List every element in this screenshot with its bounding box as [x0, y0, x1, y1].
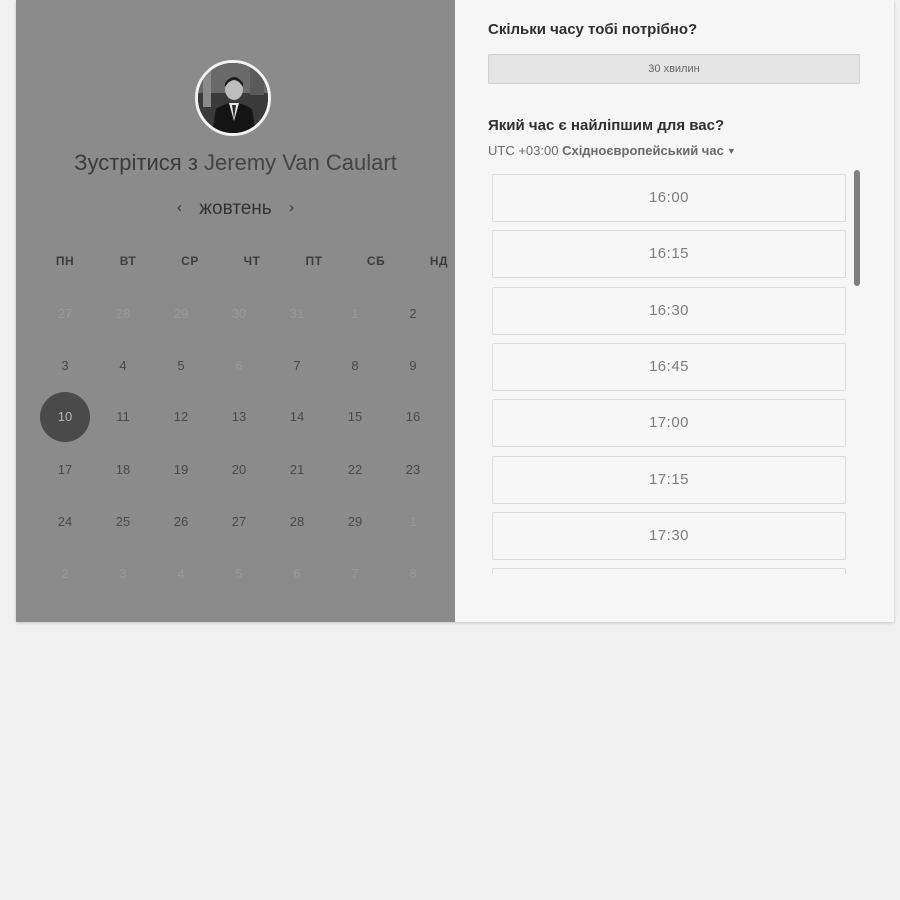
time-slot-button[interactable]: 17:15 — [492, 455, 846, 504]
timezone-offset: UTC +03:00 — [488, 143, 563, 158]
calendar-day[interactable]: 19 — [156, 445, 206, 495]
calendar-day: 2 — [61, 566, 69, 581]
calendar-day[interactable]: 8 — [330, 341, 380, 391]
time-slot-button[interactable]: 16:15 — [492, 230, 846, 279]
month-label: жовтень — [199, 198, 272, 219]
calendar-day[interactable]: 3 — [40, 341, 90, 391]
time-question: Який час є найліпшим для вас? — [488, 117, 725, 134]
time-slot-list: 16:00 16:15 16:30 16:45 17:00 17:15 17:30 — [492, 174, 846, 574]
calendar-day: 3 — [119, 566, 127, 581]
weekday-label: ПН — [55, 254, 75, 268]
booking-panel: Скільки часу тобі потрібно? 30 хвилин Як… — [455, 0, 894, 622]
timezone-name: Східноєвропейський час — [562, 143, 724, 158]
timezone-select[interactable]: UTC +03:00 Східноєвропейський час ▼ — [488, 143, 736, 158]
host-name: Jeremy Van Caulart — [204, 150, 397, 175]
calendar-day[interactable]: 20 — [214, 445, 264, 495]
meeting-title: Зустрітися з Jeremy Van Caulart — [16, 150, 455, 176]
calendar-day: 29 — [173, 306, 189, 321]
calendar-day: 4 — [177, 566, 185, 581]
calendar-day: 5 — [235, 566, 243, 581]
calendar-day[interactable]: 22 — [330, 445, 380, 495]
chevron-left-icon[interactable]: ‹ — [165, 199, 194, 216]
calendar-day[interactable]: 9 — [388, 341, 438, 391]
time-slot-button[interactable]: 17:00 — [492, 399, 846, 448]
calendar-day: 8 — [409, 566, 417, 581]
calendar-day[interactable]: 26 — [156, 497, 206, 547]
calendar-day: 1 — [351, 306, 359, 321]
calendar-day: 7 — [351, 566, 359, 581]
weekday-label: СР — [181, 254, 199, 268]
calendar-day: 27 — [57, 306, 73, 321]
calendar-day[interactable]: 24 — [40, 497, 90, 547]
calendar-day: 6 — [235, 358, 243, 373]
time-slot-button[interactable]: 16:30 — [492, 286, 846, 335]
calendar-panel: Зустрітися з Jeremy Van Caulart ‹ жовтен… — [16, 0, 455, 622]
weekday-header: ПН ВТ СР ЧТ ПТ СБ НД — [16, 254, 455, 272]
weekday-label: ВТ — [119, 254, 137, 268]
calendar-day: 31 — [289, 306, 305, 321]
calendar-day: 28 — [115, 306, 131, 321]
calendar-day[interactable]: 17 — [40, 445, 90, 495]
calendar-day[interactable]: 5 — [156, 341, 206, 391]
time-slot-button[interactable] — [492, 568, 846, 574]
calendar-day[interactable]: 27 — [214, 497, 264, 547]
time-slot-button[interactable]: 16:45 — [492, 342, 846, 391]
calendar-day[interactable]: 29 — [330, 497, 380, 547]
duration-select[interactable]: 30 хвилин — [488, 54, 860, 84]
calendar-day[interactable]: 23 — [388, 445, 438, 495]
duration-question: Скільки часу тобі потрібно? — [488, 21, 698, 38]
weekday-label: СБ — [366, 254, 386, 268]
scrollbar[interactable] — [854, 170, 860, 286]
calendar-day-selected[interactable]: 10 — [40, 392, 90, 442]
meeting-title-prefix: Зустрітися з — [74, 150, 205, 175]
month-navigator: ‹ жовтень › — [16, 198, 455, 220]
scheduler-card: Зустрітися з Jeremy Van Caulart ‹ жовтен… — [16, 0, 894, 622]
chevron-right-icon[interactable]: › — [277, 199, 306, 216]
caret-down-icon: ▼ — [726, 146, 736, 156]
time-slot-button[interactable]: 16:00 — [492, 174, 846, 222]
calendar-day: 1 — [409, 514, 417, 529]
host-photo — [198, 63, 268, 133]
calendar-day[interactable]: 14 — [272, 392, 322, 442]
calendar-day[interactable]: 4 — [98, 341, 148, 391]
calendar-day[interactable]: 12 — [156, 392, 206, 442]
calendar-day: 30 — [231, 306, 247, 321]
calendar-day[interactable]: 18 — [98, 445, 148, 495]
calendar-day[interactable]: 21 — [272, 445, 322, 495]
calendar-day[interactable]: 7 — [272, 341, 322, 391]
weekday-label: ПТ — [305, 254, 323, 268]
calendar-day[interactable]: 16 — [388, 392, 438, 442]
calendar-day[interactable]: 11 — [98, 392, 148, 442]
calendar-day: 6 — [293, 566, 301, 581]
calendar-day[interactable]: 15 — [330, 392, 380, 442]
weekday-label: ЧТ — [243, 254, 261, 268]
calendar-day[interactable]: 28 — [272, 497, 322, 547]
time-slot-button[interactable]: 17:30 — [492, 511, 846, 560]
calendar-day[interactable]: 13 — [214, 392, 264, 442]
calendar-day[interactable]: 2 — [388, 289, 438, 339]
host-avatar — [195, 60, 271, 136]
calendar-day[interactable]: 25 — [98, 497, 148, 547]
